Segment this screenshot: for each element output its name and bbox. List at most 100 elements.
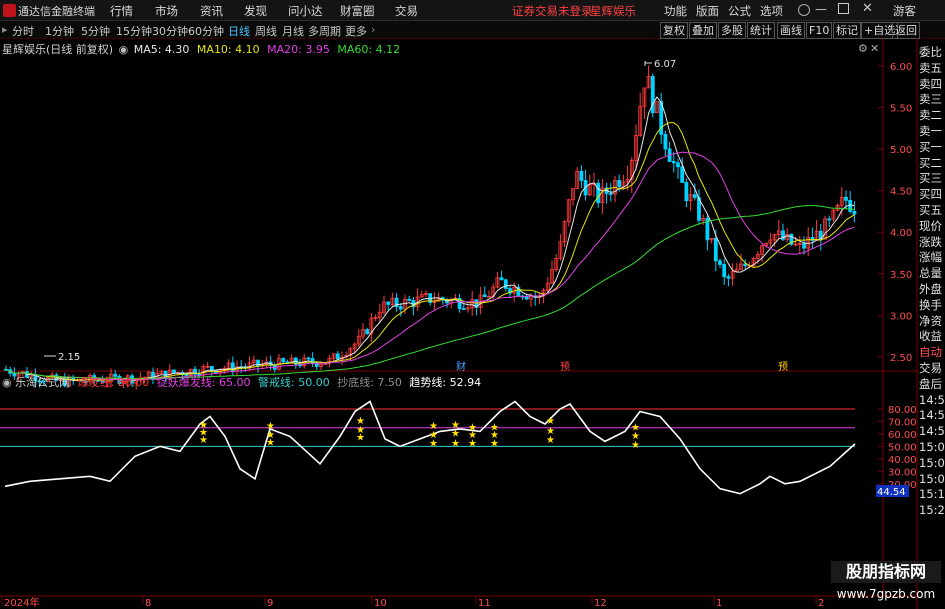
- back-button[interactable]: 返回: [892, 22, 920, 39]
- sidebar-item[interactable]: 委比: [919, 45, 945, 61]
- period-tab[interactable]: 30分钟: [152, 23, 188, 39]
- period-toolbar: ▸ 分时 1分钟 5分钟 15分钟 30分钟 60分钟 日线 周线 月线 多周期…: [0, 21, 945, 39]
- sidebar-item[interactable]: 卖五: [919, 61, 945, 77]
- candle-body: [718, 260, 722, 265]
- ma10-line: [5, 122, 855, 381]
- multi-stock-button[interactable]: 多股: [718, 22, 746, 39]
- trend-line-label: 趋势线: 52.94: [409, 376, 482, 389]
- menu-trade[interactable]: 交易: [395, 3, 418, 19]
- price-tick-label: 5.00: [890, 145, 912, 156]
- period-tab[interactable]: 多周期: [308, 23, 341, 39]
- forecast-marker-yellow[interactable]: 预: [778, 361, 788, 373]
- sidebar-item[interactable]: 卖二: [919, 108, 945, 124]
- sidebar-item[interactable]: 买五: [919, 203, 945, 219]
- maximize-icon[interactable]: [838, 3, 849, 14]
- menu-formula[interactable]: 公式: [728, 3, 751, 19]
- price-tick-label: 4.50: [890, 187, 912, 198]
- period-tab[interactable]: 1分钟: [45, 23, 74, 39]
- sidebar-item[interactable]: 总量: [919, 266, 945, 282]
- gear-icon[interactable]: ⚙: [858, 42, 868, 55]
- sidebar-item[interactable]: 买二: [919, 156, 945, 172]
- period-tab[interactable]: 周线: [255, 23, 277, 39]
- menu-layout[interactable]: 版面: [696, 3, 719, 19]
- signal-star-icon: ★: [546, 435, 555, 446]
- sidebar-item[interactable]: 收益: [919, 329, 945, 345]
- sidebar-time: 15:13: [919, 487, 945, 502]
- menu-function[interactable]: 功能: [664, 3, 687, 19]
- sidebar-time: 15:22: [919, 503, 945, 518]
- candle-body: [365, 329, 370, 335]
- x-tick-label: 8: [145, 598, 151, 609]
- x-tick-label: 2: [818, 598, 824, 609]
- candle-body: [680, 166, 685, 183]
- period-tab[interactable]: 月线: [282, 23, 304, 39]
- f10-button[interactable]: F10: [806, 22, 833, 39]
- price-tick-label: 2.50: [890, 353, 912, 364]
- candle-body: [499, 277, 504, 281]
- settings-dot-icon[interactable]: ◉: [119, 43, 129, 56]
- chevron-right-icon[interactable]: ›: [371, 23, 375, 36]
- candle-body: [407, 298, 412, 301]
- watermark-url: www.7gpzb.com: [836, 587, 936, 601]
- indicator-tick-label: 40.00: [888, 455, 917, 466]
- sidebar-item[interactable]: 卖四: [919, 77, 945, 93]
- sidebar-item[interactable]: 涨跌: [919, 235, 945, 251]
- x-tick-label: 12: [594, 598, 607, 609]
- draw-button[interactable]: 画线: [777, 22, 805, 39]
- sidebar-item[interactable]: 现价: [919, 219, 945, 235]
- menu-discover[interactable]: 发现: [244, 3, 267, 19]
- collapse-arrow-icon[interactable]: ▸: [2, 23, 8, 36]
- high-price-label: 6.07: [654, 59, 676, 70]
- candle-body: [844, 196, 848, 201]
- sidebar-auto[interactable]: 自动: [919, 345, 945, 361]
- finance-marker[interactable]: 财: [456, 360, 466, 373]
- chart-area[interactable]: 6.00 5.50 5.00 4.50 4.00 3.50 3.00 2.50 ★ ★ ★ ★ ★ ★ ★…: [0, 38, 918, 609]
- close-panel-icon[interactable]: ✕: [870, 42, 879, 55]
- sidebar-item[interactable]: 换手: [919, 298, 945, 314]
- menu-quotes[interactable]: 行情: [110, 3, 133, 19]
- sidebar-item[interactable]: 买一: [919, 140, 945, 156]
- period-tab-active[interactable]: 日线: [228, 23, 250, 39]
- period-tab[interactable]: 5分钟: [81, 23, 110, 39]
- main-chart-title-row: 星辉娱乐(日线 前复权) ◉ MA5: 4.30 MA10: 4.10 MA20…: [2, 41, 400, 57]
- login-notice[interactable]: 证券交易未登录: [512, 3, 593, 19]
- mark-button[interactable]: 标记: [833, 22, 861, 39]
- bottom-line-label: 抄底线: 7.50: [337, 376, 402, 389]
- price-tick-label: 3.00: [890, 311, 912, 322]
- signal-star-icon: ★: [429, 439, 438, 450]
- sidebar-item[interactable]: 买四: [919, 187, 945, 203]
- period-tab[interactable]: 15分钟: [116, 23, 152, 39]
- forecast-marker-red[interactable]: 预: [560, 361, 570, 373]
- warning-line-label: 警戒线: 50.00: [258, 376, 330, 389]
- candle-body: [848, 199, 853, 212]
- signal-star-icon: ★: [631, 440, 640, 451]
- stats-button[interactable]: 统计: [747, 22, 775, 39]
- ma20-line: [5, 151, 855, 381]
- period-tab[interactable]: 60分钟: [188, 23, 224, 39]
- menu-options[interactable]: 选项: [760, 3, 783, 19]
- sidebar-item[interactable]: 卖三: [919, 92, 945, 108]
- more-tab[interactable]: 更多: [345, 23, 367, 39]
- adjust-button[interactable]: 复权: [660, 22, 688, 39]
- ma20-label: MA20: 3.95: [267, 43, 330, 56]
- menu-wealth[interactable]: 财富圈: [340, 3, 375, 19]
- burst-line-label: 爆发线: 80.00: [77, 376, 150, 389]
- settings-dot-icon[interactable]: ◉: [2, 376, 12, 389]
- sidebar-item[interactable]: 卖一: [919, 124, 945, 140]
- close-icon[interactable]: ✕: [862, 1, 873, 16]
- sidebar-item[interactable]: 涨幅: [919, 250, 945, 266]
- sidebar-item[interactable]: 买三: [919, 171, 945, 187]
- overlay-button[interactable]: 叠加: [689, 22, 717, 39]
- sidebar-item[interactable]: 外盘: [919, 282, 945, 298]
- period-tab[interactable]: 分时: [12, 23, 34, 39]
- minimize-icon[interactable]: —: [815, 2, 827, 16]
- menu-news[interactable]: 资讯: [200, 3, 223, 19]
- sidebar-time: 15:00: [919, 439, 945, 454]
- menu-market[interactable]: 市场: [155, 3, 178, 19]
- candle-body: [503, 279, 508, 289]
- menu-ask[interactable]: 问小达: [288, 3, 323, 19]
- x-tick-label: 2024年: [4, 596, 39, 609]
- user-icon[interactable]: [798, 4, 810, 16]
- guest-label[interactable]: 游客: [893, 3, 916, 19]
- sidebar-item[interactable]: 净资: [919, 314, 945, 330]
